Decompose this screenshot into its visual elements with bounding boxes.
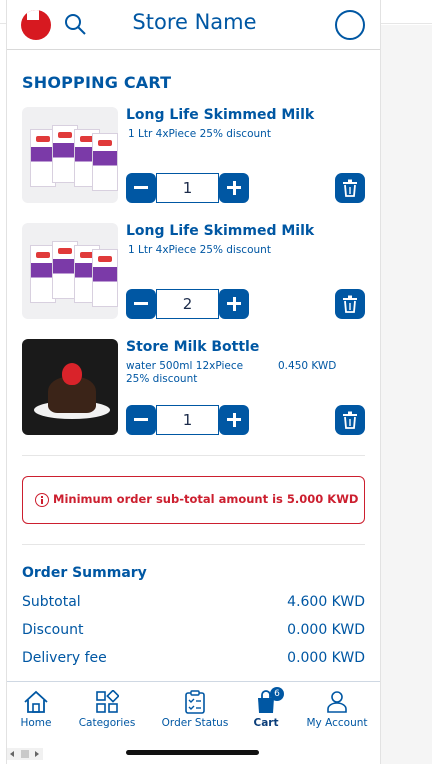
delete-item-button[interactable] <box>335 289 365 319</box>
nav-label: My Account <box>306 717 368 729</box>
divider <box>22 544 365 545</box>
scroll-thumb[interactable] <box>21 750 29 758</box>
decrease-quantity-button[interactable] <box>126 405 156 435</box>
quantity-stepper: 1 <box>126 173 250 203</box>
nav-item-home[interactable]: Home <box>7 690 72 740</box>
product-image[interactable] <box>22 339 118 435</box>
summary-row-delivery-fee: Delivery fee 0.000 KWD <box>22 650 365 670</box>
info-icon <box>35 493 49 507</box>
clipboard-icon <box>185 690 205 714</box>
summary-label: Discount <box>22 622 84 638</box>
nav-item-cart[interactable]: 6 Cart <box>230 687 302 740</box>
divider <box>22 455 365 456</box>
nav-item-order-status[interactable]: Order Status <box>159 690 231 740</box>
scroll-left-icon[interactable] <box>10 751 14 757</box>
increase-quantity-button[interactable] <box>219 289 249 319</box>
product-name[interactable]: Long Life Skimmed Milk <box>126 107 314 123</box>
product-description: 1 Ltr 4xPiece 25% discount <box>128 128 271 140</box>
trash-icon <box>343 411 357 429</box>
minimum-order-alert: Minimum order sub-total amount is 5.000 … <box>22 476 365 524</box>
nav-label: Categories <box>78 717 136 729</box>
cart-item: Store Milk Bottle water 500ml 12xPiece 2… <box>22 339 365 435</box>
scroll-right-icon[interactable] <box>35 751 39 757</box>
decrease-quantity-button[interactable] <box>126 289 156 319</box>
decrease-quantity-button[interactable] <box>126 173 156 203</box>
home-icon <box>24 690 48 713</box>
product-description: water 500ml 12xPiece 25% discount <box>126 360 244 385</box>
cart-item: Long Life Skimmed Milk 1 Ltr 4xPiece 25%… <box>22 107 365 203</box>
increase-quantity-button[interactable] <box>219 173 249 203</box>
trash-icon <box>343 179 357 197</box>
summary-row-discount: Discount 0.000 KWD <box>22 622 365 642</box>
right-background-pane <box>381 25 432 764</box>
store-name: Store Name <box>132 10 257 34</box>
nav-label: Order Status <box>161 717 229 729</box>
order-summary-title: Order Summary <box>22 565 147 581</box>
summary-value: 0.000 KWD <box>287 622 365 638</box>
app-frame: Store Name SHOPPING CART Long Life Skimm… <box>6 0 381 764</box>
cart-badge: 6 <box>270 687 284 701</box>
summary-label: Subtotal <box>22 594 81 610</box>
delete-item-button[interactable] <box>335 405 365 435</box>
nav-label: Home <box>20 717 52 729</box>
increase-quantity-button[interactable] <box>219 405 249 435</box>
cart-content[interactable]: SHOPPING CART Long Life Skimmed Milk 1 L… <box>7 51 380 681</box>
product-name[interactable]: Store Milk Bottle <box>126 339 259 355</box>
trash-icon <box>343 295 357 313</box>
horizontal-scrollbar[interactable] <box>7 748 43 760</box>
delete-item-button[interactable] <box>335 173 365 203</box>
quantity-field[interactable]: 1 <box>156 173 219 203</box>
summary-value: 0.000 KWD <box>287 650 365 666</box>
nav-item-my-account[interactable]: My Account <box>301 690 373 740</box>
summary-label: Delivery fee <box>22 650 107 666</box>
product-name[interactable]: Long Life Skimmed Milk <box>126 223 314 239</box>
quantity-stepper: 2 <box>126 289 250 319</box>
product-price: 0.450 KWD <box>278 360 337 372</box>
app-header: Store Name <box>7 0 380 50</box>
page-title: SHOPPING CART <box>22 73 172 92</box>
cart-item: Long Life Skimmed Milk 1 Ltr 4xPiece 25%… <box>22 223 365 319</box>
home-indicator <box>126 750 259 755</box>
nav-item-categories[interactable]: Categories <box>71 690 143 740</box>
nav-label: Cart <box>253 717 279 729</box>
user-icon <box>327 691 347 713</box>
product-description: 1 Ltr 4xPiece 25% discount <box>128 244 271 256</box>
product-image[interactable] <box>22 107 118 203</box>
quantity-field[interactable]: 2 <box>156 289 219 319</box>
categories-icon <box>96 690 119 713</box>
summary-value: 4.600 KWD <box>287 594 365 610</box>
alert-message: Minimum order sub-total amount is 5.000 … <box>53 492 359 506</box>
header-cart-icon[interactable] <box>335 10 365 40</box>
quantity-field[interactable]: 1 <box>156 405 219 435</box>
summary-row-subtotal: Subtotal 4.600 KWD <box>22 594 365 614</box>
quantity-stepper: 1 <box>126 405 250 435</box>
product-image[interactable] <box>22 223 118 319</box>
